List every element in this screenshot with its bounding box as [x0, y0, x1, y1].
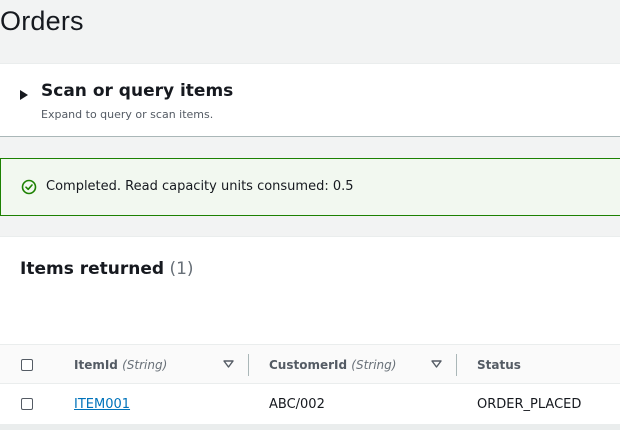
sort-down-icon[interactable] — [223, 360, 234, 368]
scan-query-description: Expand to query or scan items. — [41, 108, 214, 121]
status-cell: ORDER_PLACED — [477, 397, 582, 412]
column-name: Status — [477, 358, 521, 372]
scan-query-title[interactable]: Scan or query items — [41, 80, 233, 102]
success-alert: Completed. Read capacity units consumed:… — [0, 158, 620, 216]
scan-query-expander[interactable]: Scan or query items Expand to query or s… — [0, 63, 620, 137]
column-header-status[interactable]: Status — [477, 357, 521, 373]
column-type: (String) — [351, 358, 397, 372]
items-returned-panel: Items returned (1) ItemId (String) Custo… — [0, 236, 620, 431]
column-divider[interactable] — [456, 354, 457, 376]
column-type: (String) — [122, 358, 168, 372]
column-header-customerid[interactable]: CustomerId (String) — [269, 357, 396, 373]
success-check-icon — [21, 179, 37, 195]
page-title: Orders — [0, 6, 84, 36]
customer-id-cell: ABC/002 — [269, 397, 325, 412]
sort-down-icon[interactable] — [431, 360, 442, 368]
select-all-checkbox[interactable] — [21, 359, 33, 371]
table-bottom-band — [0, 424, 620, 430]
caret-right-icon[interactable] — [20, 90, 28, 100]
table-row: ITEM001 ABC/002 ORDER_PLACED — [0, 384, 620, 425]
items-returned-title: Items returned — [20, 259, 165, 279]
column-name: ItemId — [74, 358, 118, 372]
table-header: ItemId (String) CustomerId (String) Stat… — [0, 344, 620, 384]
items-returned-count: (1) — [169, 259, 194, 279]
row-select-checkbox[interactable] — [21, 398, 33, 410]
item-id-link[interactable]: ITEM001 — [74, 397, 130, 413]
items-returned-header: Items returned (1) — [20, 258, 194, 280]
column-name: CustomerId — [269, 358, 348, 372]
column-divider[interactable] — [248, 354, 249, 376]
column-header-itemid[interactable]: ItemId (String) — [74, 357, 167, 373]
alert-message: Completed. Read capacity units consumed:… — [46, 179, 354, 194]
